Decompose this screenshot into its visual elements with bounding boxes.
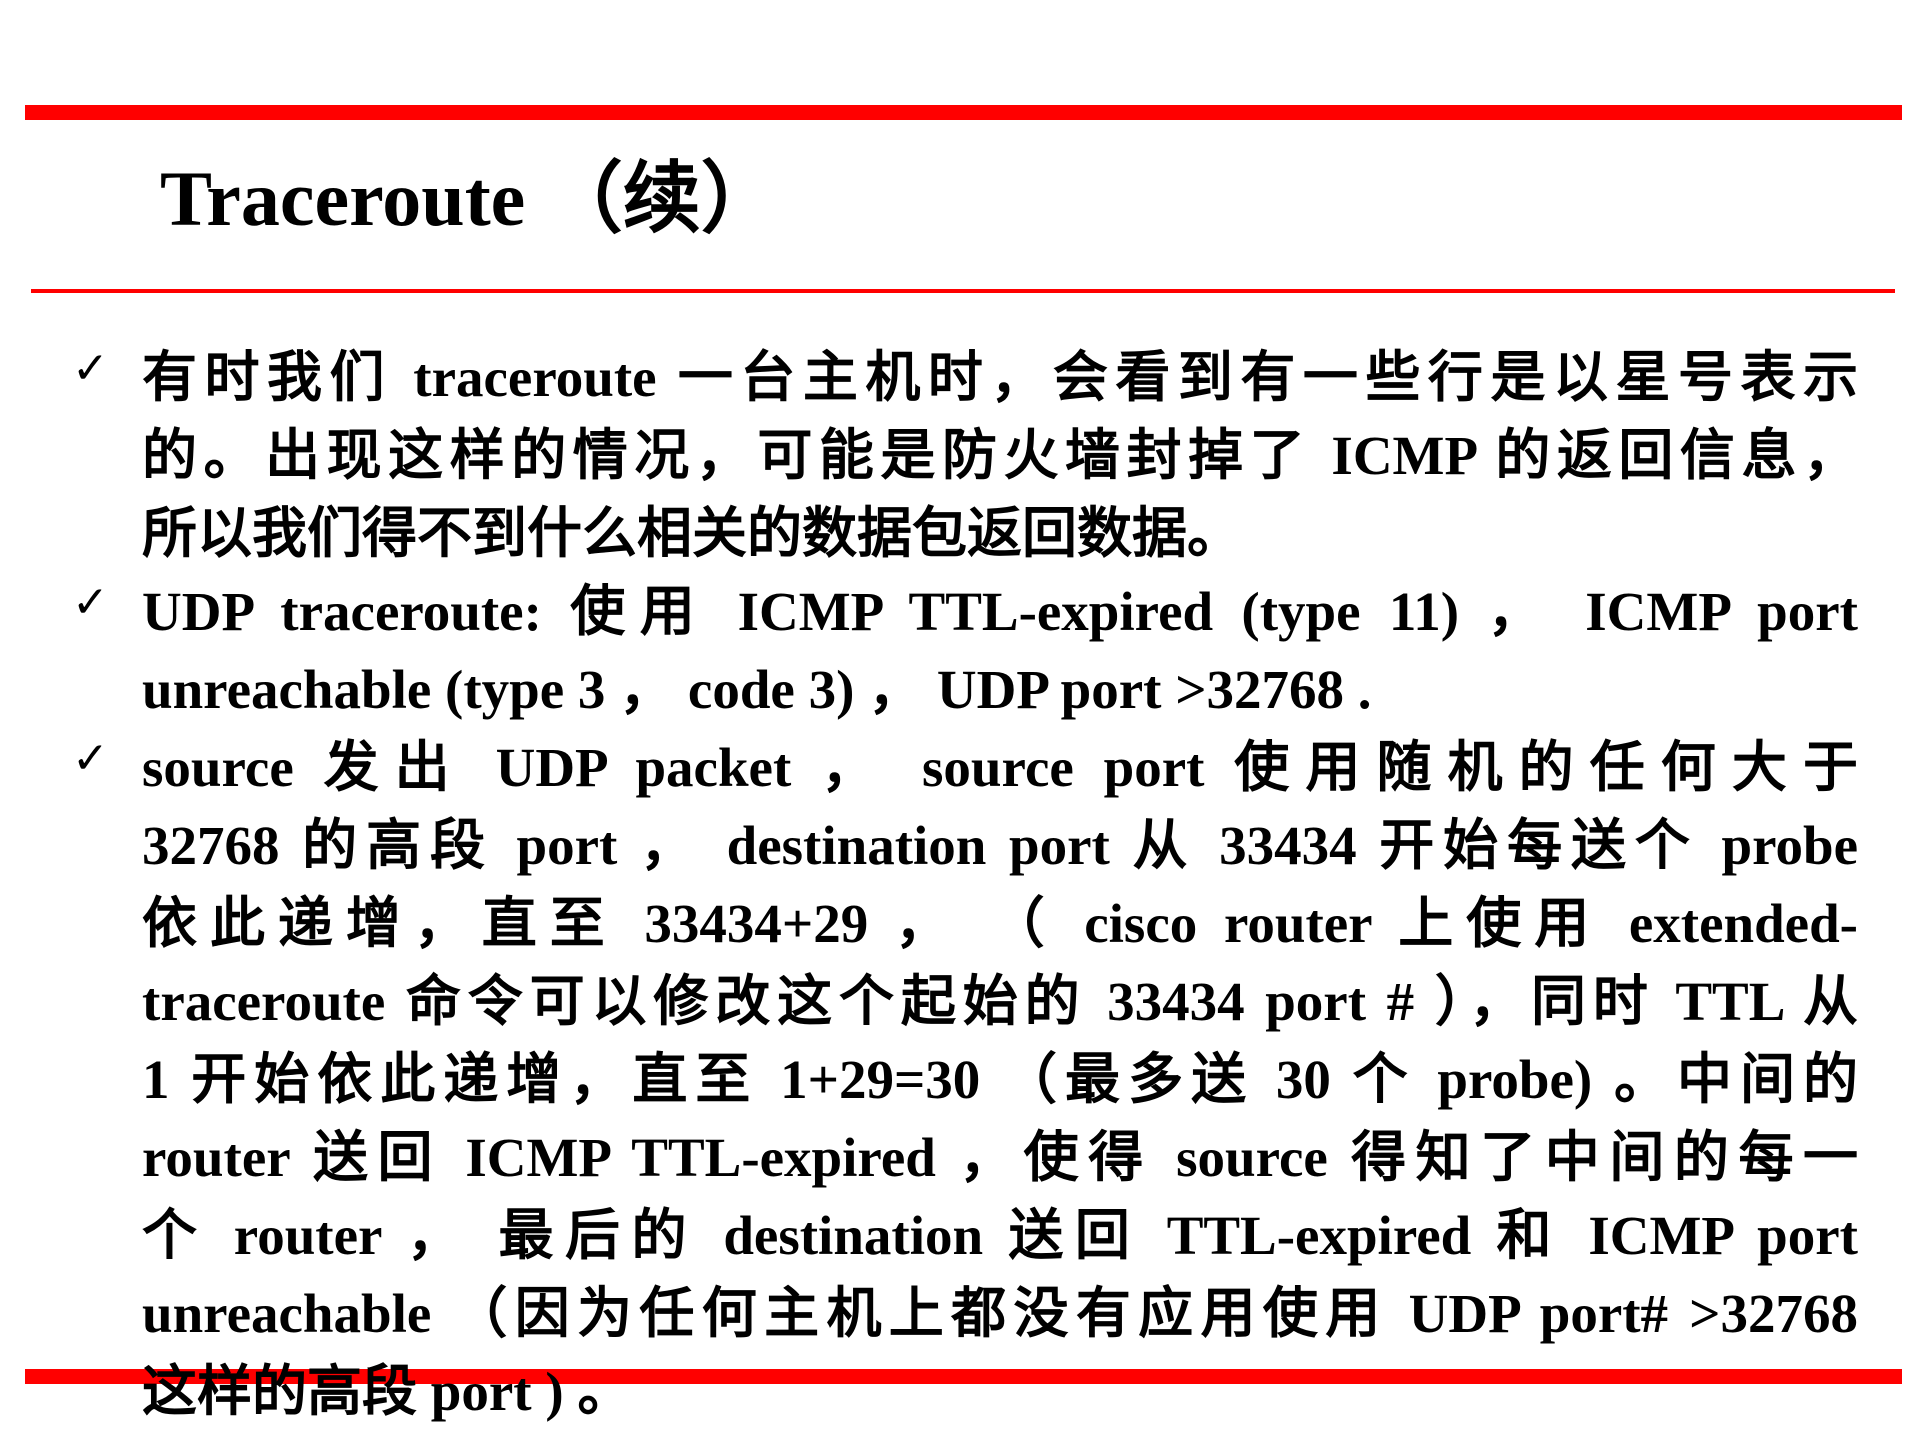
bullet-text-line: 所以我们得不到什么相关的数据包返回数据。 <box>142 503 1243 564</box>
bullet-text-line: 个 router ， 最后的 destination 送回 TTL-expire… <box>142 1205 1858 1266</box>
checkmark-icon: ✓ <box>72 577 109 628</box>
bullet-text-line: 1 开始依此递增，直至 1+29=30 （最多送 30 个 probe) 。中间… <box>142 1049 1858 1110</box>
bullet-text-line: source 发出 UDP packet ， source port 使用随机的… <box>142 737 1858 798</box>
bullet-text-line: 有时我们 traceroute 一台主机时，会看到有一些行是以星号表示 <box>142 347 1858 408</box>
bullet-text-line: 依此递增，直至 33434+29 ， （ cisco router 上使用 ex… <box>142 893 1858 954</box>
bullet-text-line: traceroute 命令可以修改这个起始的 33434 port # ），同时… <box>142 971 1858 1032</box>
title-divider <box>31 289 1895 293</box>
top-red-bar <box>25 105 1902 120</box>
bullet-item: ✓ source 发出 UDP packet ， source port 使用随机… <box>0 729 1920 1431</box>
bullet-text-line: unreachable (type 3 ， code 3) ， UDP port… <box>142 659 1372 720</box>
slide-body: ✓ 有时我们 traceroute 一台主机时，会看到有一些行是以星号表示 的。出现… <box>0 339 1920 1431</box>
slide-title: Traceroute （续） <box>160 155 779 242</box>
bullet-text-line: router 送回 ICMP TTL-expired ，使得 source 得知… <box>142 1127 1858 1188</box>
bullet-item: ✓ 有时我们 traceroute 一台主机时，会看到有一些行是以星号表示 的。出现… <box>0 339 1920 573</box>
bullet-text-line: unreachable （因为任何主机上都没有应用使用 UDP port# >3… <box>142 1283 1858 1344</box>
bullet-item: ✓ UDP traceroute: 使用 ICMP TTL-expired (ty… <box>0 573 1920 729</box>
bullet-text-line: 这样的高段 port ) 。 <box>142 1361 633 1422</box>
bullet-text-line: 的。出现这样的情况，可能是防火墙封掉了 ICMP 的返回信息， <box>142 425 1858 486</box>
bullet-text-line: UDP traceroute: 使用 ICMP TTL-expired (typ… <box>142 581 1858 642</box>
bullet-text-line: 32768 的高段 port ， destination port 从 3343… <box>142 815 1858 876</box>
checkmark-icon: ✓ <box>72 733 109 784</box>
checkmark-icon: ✓ <box>72 343 109 394</box>
